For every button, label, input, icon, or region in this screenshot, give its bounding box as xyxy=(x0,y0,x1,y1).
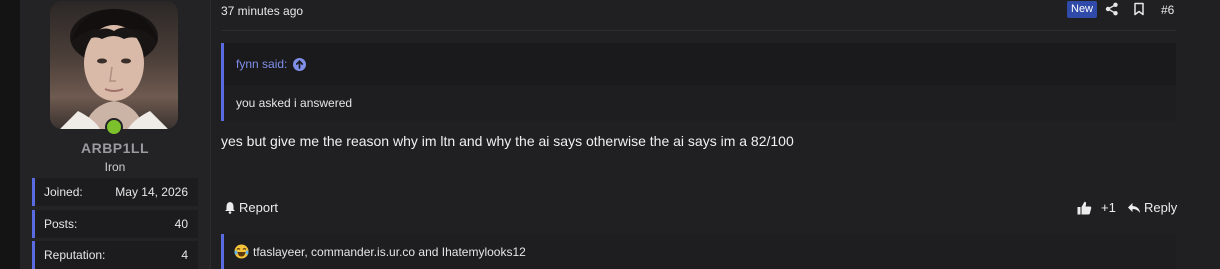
bookmark-icon[interactable] xyxy=(1132,2,1146,16)
like-count: +1 xyxy=(1101,200,1116,215)
stat-label: Reputation: xyxy=(44,248,106,262)
stat-reputation: Reputation: 4 xyxy=(32,241,198,269)
arrow-up-circle-icon[interactable] xyxy=(293,57,307,71)
reactions-bar[interactable]: tfaslayeer, commander.is.ur.co and Ihate… xyxy=(221,234,1176,269)
avatar-portrait xyxy=(60,9,168,129)
avatar[interactable] xyxy=(50,1,178,129)
stat-label: Joined: xyxy=(44,185,83,199)
forum-post: ARBP1LL Iron Joined: May 14, 2026 Posts:… xyxy=(20,0,1220,269)
stat-posts: Posts: 40 xyxy=(32,210,198,238)
user-rank: Iron xyxy=(104,160,126,174)
quote-block: fynn said: you asked i answered xyxy=(221,43,1176,121)
reply-icon xyxy=(1128,202,1140,213)
stat-label: Posts: xyxy=(44,217,78,231)
reactions-users[interactable]: tfaslayeer, commander.is.ur.co and Ihate… xyxy=(253,245,526,259)
laughing-emoji-icon xyxy=(234,244,249,259)
bell-icon xyxy=(225,202,235,214)
reply-label: Reply xyxy=(1144,200,1178,215)
quote-text: you asked i answered xyxy=(236,96,353,110)
report-label: Report xyxy=(239,200,279,215)
username[interactable]: ARBP1LL xyxy=(20,140,210,156)
thumbs-up-icon xyxy=(1077,201,1092,214)
user-sidebar: ARBP1LL Iron Joined: May 14, 2026 Posts:… xyxy=(20,0,211,269)
stat-value: 4 xyxy=(181,248,188,262)
stat-joined: Joined: May 14, 2026 xyxy=(32,178,198,206)
header-divider xyxy=(221,30,1176,31)
quote-author[interactable]: fynn said: xyxy=(236,57,287,71)
like-button[interactable]: +1 xyxy=(1077,200,1116,215)
post-message: yes but give me the reason why im ltn an… xyxy=(221,133,794,149)
post-main: 37 minutes ago New #6 fynn said: you ask… xyxy=(221,0,1177,269)
left-gutter xyxy=(0,0,20,269)
online-status-indicator xyxy=(105,118,123,136)
report-button[interactable]: Report xyxy=(224,200,278,215)
post-number[interactable]: #6 xyxy=(1161,3,1174,17)
reply-button[interactable]: Reply xyxy=(1127,200,1177,215)
share-icon[interactable] xyxy=(1105,2,1119,16)
quote-header[interactable]: fynn said: xyxy=(224,43,1176,85)
new-badge: New xyxy=(1067,1,1098,18)
post-timestamp[interactable]: 37 minutes ago xyxy=(221,4,303,18)
stat-value: May 14, 2026 xyxy=(115,185,188,199)
stat-value: 40 xyxy=(174,217,188,231)
